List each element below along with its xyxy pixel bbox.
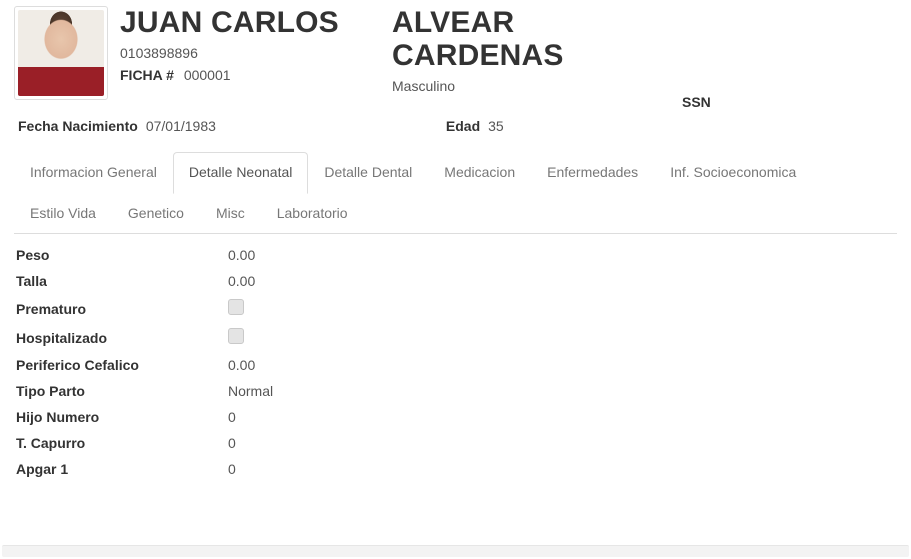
detail-value: 0 [208,461,236,477]
age-value: 35 [488,118,504,134]
detail-label: Hospitalizado [14,330,208,346]
ficha-label: FICHA # [120,67,174,83]
dob-label: Fecha Nacimiento [18,118,138,134]
detail-value: 0 [208,435,236,451]
ssn-label: SSN [682,94,711,110]
tabs-nav: Informacion General Detalle Neonatal Det… [14,152,897,234]
tab-genetico[interactable]: Genetico [112,193,200,235]
detail-row: T. Capurro0 [14,430,897,456]
tab-inf-socioeconomica[interactable]: Inf. Socioeconomica [654,152,812,194]
detail-value [208,299,244,318]
detail-value: 0 [208,409,236,425]
detail-row: Periferico Cefalico0.00 [14,352,897,378]
tab-detalle-dental[interactable]: Detalle Dental [308,152,428,194]
detail-row: Prematuro [14,294,897,323]
detail-label: Periferico Cefalico [14,357,208,373]
checkbox[interactable] [228,328,244,344]
patient-last-names: ALVEAR CARDENAS [392,6,682,72]
tab-laboratorio[interactable]: Laboratorio [261,193,364,235]
detail-label: Tipo Parto [14,383,208,399]
detail-value [208,328,244,347]
detail-row: Apgar 10 [14,456,897,482]
patient-first-names: JUAN CARLOS [120,6,390,39]
detail-row: Hospitalizado [14,323,897,352]
avatar-image [18,10,104,96]
patient-photo[interactable] [14,6,108,100]
tab-enfermedades[interactable]: Enfermedades [531,152,654,194]
detail-label: T. Capurro [14,435,208,451]
detail-row: Peso0.00 [14,242,897,268]
detail-row: Talla0.00 [14,268,897,294]
patient-gender: Masculino [392,78,682,94]
tab-detalle-neonatal[interactable]: Detalle Neonatal [173,152,309,194]
detail-value: Normal [208,383,273,399]
tab-misc[interactable]: Misc [200,193,261,235]
dob-value: 07/01/1983 [146,118,216,134]
detail-row: Tipo PartoNormal [14,378,897,404]
tab-estilo-vida[interactable]: Estilo Vida [14,193,112,235]
horizontal-scrollbar[interactable] [2,545,909,557]
age-label: Edad [446,118,480,134]
detail-label: Hijo Numero [14,409,208,425]
detail-value: 0.00 [208,357,255,373]
neonatal-details: Peso0.00Talla0.00PrematuroHospitalizadoP… [14,242,897,482]
detail-label: Prematuro [14,301,208,317]
ficha-value: 000001 [184,67,231,83]
detail-value: 0.00 [208,247,255,263]
tab-medicacion[interactable]: Medicacion [428,152,531,194]
checkbox[interactable] [228,299,244,315]
patient-id-number: 0103898896 [120,45,390,61]
detail-label: Apgar 1 [14,461,208,477]
detail-label: Talla [14,273,208,289]
detail-label: Peso [14,247,208,263]
detail-row: Hijo Numero0 [14,404,897,430]
tab-informacion-general[interactable]: Informacion General [14,152,173,194]
detail-value: 0.00 [208,273,255,289]
